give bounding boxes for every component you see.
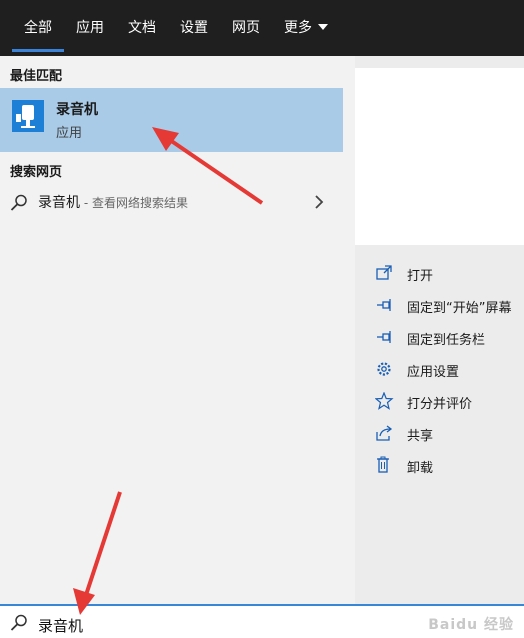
top-tab-bar: 全部 应用 文档 设置 网页 更多: [0, 0, 524, 56]
search-input[interactable]: 录音机: [38, 615, 83, 636]
action-app-settings-label: 应用设置: [407, 365, 460, 380]
action-pin-taskbar[interactable]: 固定到任务栏: [375, 327, 524, 349]
action-pin-taskbar-label: 固定到任务栏: [407, 333, 486, 348]
tab-web[interactable]: 网页: [232, 17, 260, 39]
action-open[interactable]: 打开: [375, 263, 524, 285]
best-match-header: 最佳匹配: [10, 69, 63, 84]
tab-apps[interactable]: 应用: [76, 17, 104, 39]
tab-more[interactable]: 更多: [284, 17, 328, 39]
action-uninstall[interactable]: 卸载: [375, 455, 524, 477]
details-panel: 打开 固定到“开始”屏幕 固定到任务栏 应用设置 打分并评价 共享 卸载: [355, 56, 524, 604]
action-rate-review-label: 打分并评价: [407, 397, 473, 412]
action-open-label: 打开: [407, 269, 434, 284]
tab-documents[interactable]: 文档: [128, 17, 156, 39]
tab-settings[interactable]: 设置: [180, 17, 208, 39]
web-search-header: 搜索网页: [10, 165, 63, 180]
open-icon: [376, 265, 392, 280]
star-icon: [375, 392, 394, 410]
chevron-down-icon: [318, 24, 328, 30]
results-panel: 最佳匹配 录音机 应用 搜索网页 录音机 - 查看网络搜索结果: [0, 56, 343, 604]
action-rate-review[interactable]: 打分并评价: [375, 391, 524, 413]
app-preview-area: [355, 68, 524, 245]
watermark-logo: Baidu 经验: [428, 617, 514, 633]
best-match-item[interactable]: 录音机 应用: [0, 88, 343, 152]
search-box[interactable]: 录音机 Baidu 经验: [0, 604, 524, 638]
search-icon: [10, 614, 27, 631]
action-pin-start-label: 固定到“开始”屏幕: [407, 301, 512, 316]
best-match-type: 应用: [56, 126, 83, 141]
gear-icon: [377, 362, 391, 376]
web-result-hint: - 查看网络搜索结果: [80, 196, 188, 210]
tab-all[interactable]: 全部: [12, 17, 64, 52]
search-icon: [10, 194, 27, 211]
web-search-result[interactable]: 录音机 - 查看网络搜索结果: [0, 184, 343, 220]
share-icon: [376, 425, 393, 441]
best-match-name: 录音机: [56, 102, 98, 118]
chevron-right-icon[interactable]: [314, 195, 324, 209]
action-pin-start[interactable]: 固定到“开始”屏幕: [375, 295, 524, 317]
web-result-query: 录音机: [38, 195, 80, 211]
tab-more-label: 更多: [284, 20, 312, 36]
action-app-settings[interactable]: 应用设置: [375, 359, 524, 381]
action-uninstall-label: 卸载: [407, 461, 434, 476]
microphone-app-icon: [12, 100, 44, 132]
pin-icon: [377, 299, 391, 311]
action-share[interactable]: 共享: [375, 423, 524, 445]
trash-icon: [377, 456, 389, 473]
action-share-label: 共享: [407, 429, 434, 444]
pin-icon: [377, 331, 391, 343]
